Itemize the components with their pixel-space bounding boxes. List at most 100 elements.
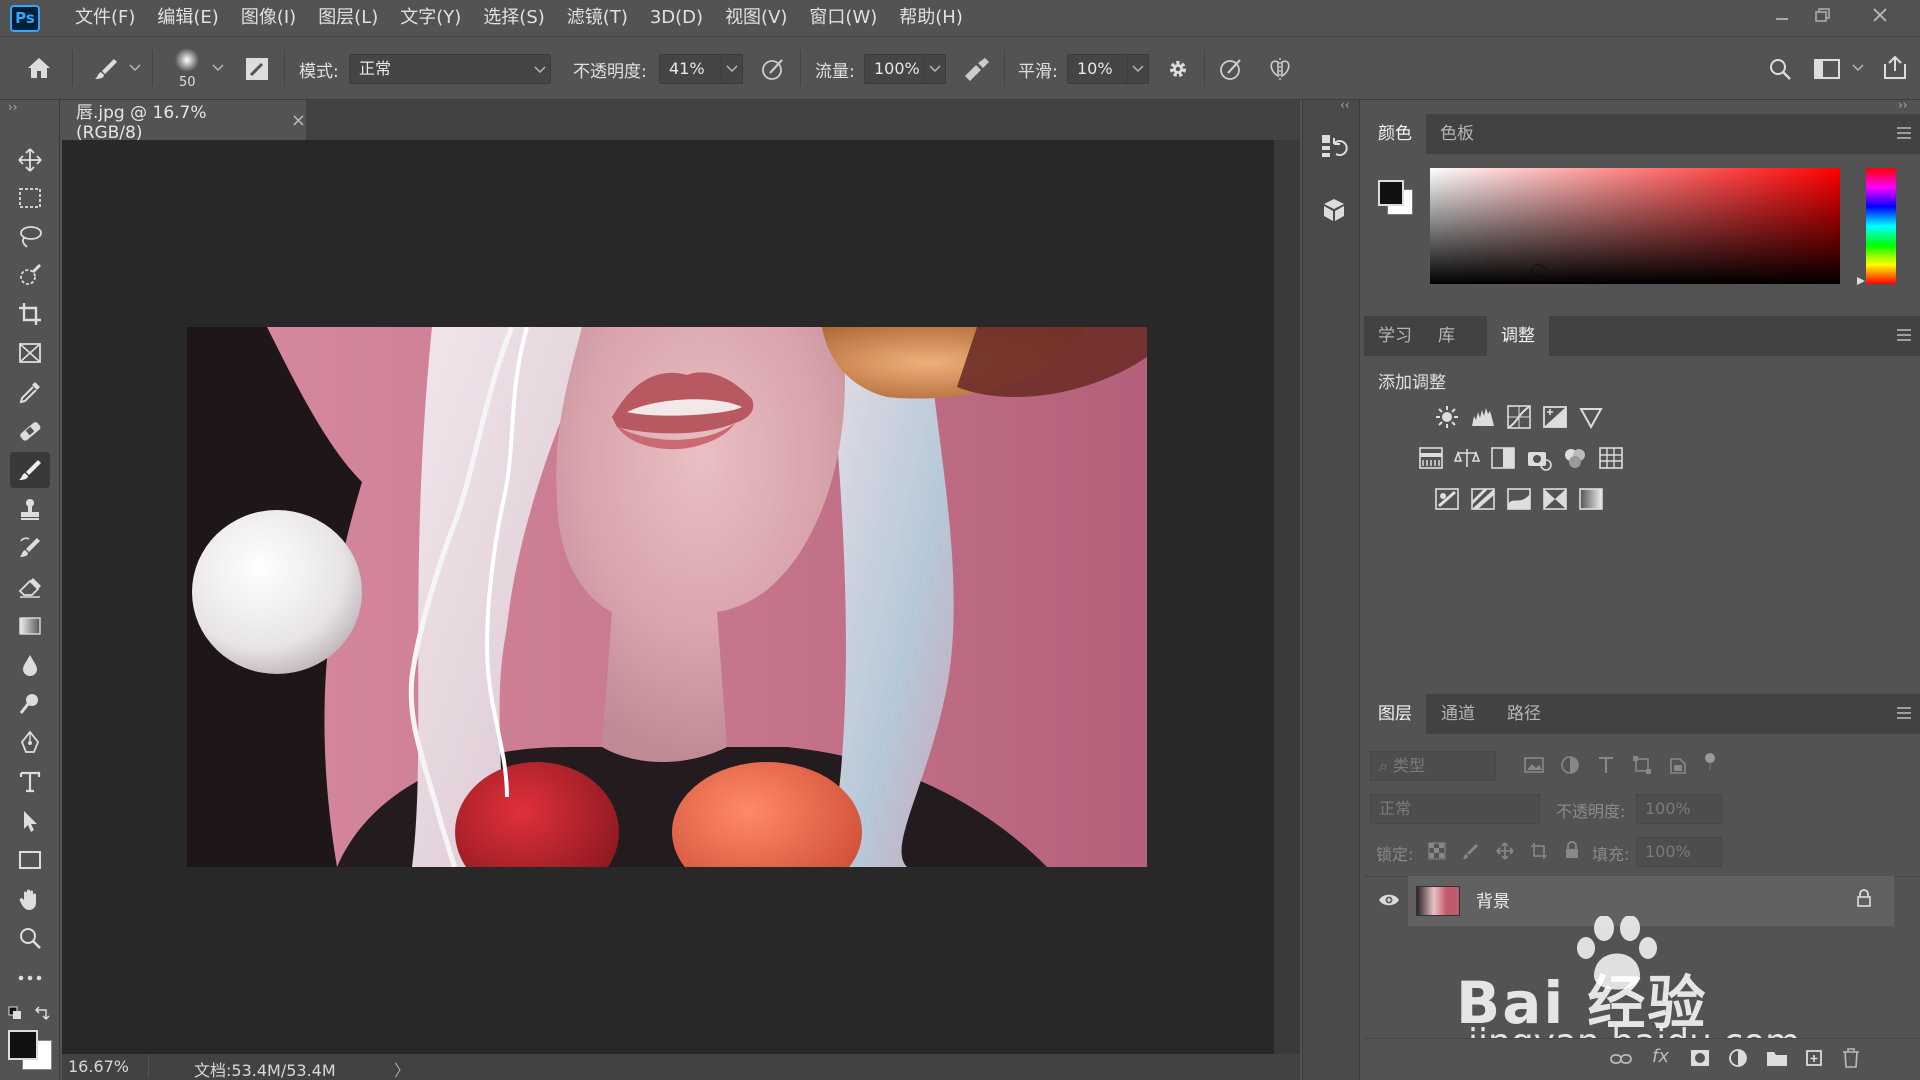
move-tool-icon[interactable]: [10, 142, 50, 178]
close-window-button[interactable]: [1860, 0, 1900, 30]
tab-channels[interactable]: 通道: [1427, 694, 1489, 734]
quick-selection-tool-icon[interactable]: [10, 257, 50, 293]
add-mask-icon[interactable]: [1690, 1049, 1710, 1067]
flow-input[interactable]: 100%: [864, 54, 926, 84]
new-group-icon[interactable]: [1766, 1049, 1788, 1067]
lock-all-icon[interactable]: [1564, 841, 1580, 859]
swap-colors-icon[interactable]: [34, 1006, 50, 1020]
brush-tool-preset-icon[interactable]: [92, 56, 122, 82]
eraser-tool-icon[interactable]: [10, 569, 50, 605]
lock-image-pixels-icon[interactable]: [1462, 842, 1480, 860]
color-balance-icon[interactable]: [1454, 445, 1480, 471]
document-tab[interactable]: 唇.jpg @ 16.7%(RGB/8) ×: [62, 100, 306, 143]
layer-style-fx-icon[interactable]: fx: [1652, 1046, 1669, 1067]
pen-tool-icon[interactable]: [10, 725, 50, 761]
collapse-dock-icon[interactable]: ‹‹: [1340, 98, 1350, 112]
expand-panels-icon[interactable]: ››: [1898, 98, 1908, 112]
photo-filter-icon[interactable]: [1526, 445, 1552, 471]
lock-position-icon[interactable]: [1496, 842, 1514, 860]
type-tool-icon[interactable]: [10, 764, 50, 800]
rectangle-tool-icon[interactable]: [10, 842, 50, 878]
new-adjustment-layer-icon[interactable]: [1728, 1048, 1748, 1068]
menu-3d[interactable]: 3D(D): [639, 0, 714, 36]
layer-filter-select[interactable]: ⌕ 类型: [1370, 751, 1496, 781]
threshold-icon[interactable]: [1506, 486, 1532, 512]
3d-panel-icon[interactable]: [1320, 196, 1348, 226]
menu-layer[interactable]: 图层(L): [307, 0, 389, 36]
layer-opacity-input[interactable]: 100%: [1636, 794, 1722, 824]
hue-slider[interactable]: [1866, 168, 1896, 284]
layer-thumbnail[interactable]: [1416, 886, 1460, 916]
opacity-input[interactable]: 41%: [659, 54, 723, 84]
flow-dropdown[interactable]: [924, 54, 946, 84]
link-layers-icon[interactable]: [1610, 1050, 1632, 1068]
tab-libraries[interactable]: 库: [1424, 316, 1469, 356]
panel-menu-icon[interactable]: [1896, 328, 1912, 342]
black-white-icon[interactable]: [1490, 445, 1516, 471]
invert-icon[interactable]: [1434, 486, 1460, 512]
collapse-toolbar-icon[interactable]: ››: [8, 100, 18, 114]
blend-mode-select[interactable]: 正常: [1370, 794, 1540, 824]
vibrance-icon[interactable]: [1578, 404, 1604, 430]
selective-color-icon[interactable]: [1542, 486, 1568, 512]
history-panel-icon[interactable]: [1320, 132, 1348, 162]
frame-tool-icon[interactable]: [10, 335, 50, 371]
chevron-down-icon[interactable]: [212, 64, 224, 72]
lock-artboard-icon[interactable]: [1530, 842, 1548, 860]
restore-button[interactable]: [1804, 0, 1844, 30]
zoom-tool-icon[interactable]: [10, 920, 50, 956]
menu-type[interactable]: 文字(Y): [389, 0, 472, 36]
filter-toggle-icon[interactable]: [1704, 752, 1716, 772]
menu-help[interactable]: 帮助(H): [888, 0, 974, 36]
brush-tool-icon[interactable]: [10, 452, 50, 488]
gradient-tool-icon[interactable]: [10, 608, 50, 644]
vertical-scrollbar[interactable]: [1274, 140, 1300, 1054]
tab-swatches[interactable]: 色板: [1426, 114, 1488, 154]
minimize-button[interactable]: [1762, 0, 1802, 30]
default-colors-icon[interactable]: [8, 1006, 22, 1020]
search-icon[interactable]: [1768, 57, 1792, 81]
airbrush-icon[interactable]: [962, 56, 992, 82]
clone-stamp-tool-icon[interactable]: [10, 491, 50, 527]
menu-edit[interactable]: 编辑(E): [146, 0, 229, 36]
layer-name[interactable]: 背景: [1476, 887, 1510, 912]
panel-menu-icon[interactable]: [1896, 126, 1912, 140]
dodge-tool-icon[interactable]: [10, 686, 50, 722]
share-icon[interactable]: [1882, 54, 1908, 80]
gear-icon[interactable]: [1166, 57, 1190, 81]
lasso-tool-icon[interactable]: [10, 218, 50, 254]
pressure-size-icon[interactable]: [1218, 56, 1244, 82]
status-expand-icon[interactable]: 〉: [394, 1057, 410, 1080]
new-layer-icon[interactable]: [1804, 1048, 1824, 1068]
brush-settings-panel-icon[interactable]: [244, 56, 270, 82]
panel-menu-icon[interactable]: [1896, 706, 1912, 720]
document-image[interactable]: [187, 327, 1147, 867]
filter-smart-object-icon[interactable]: [1668, 755, 1688, 775]
tab-color[interactable]: 颜色: [1364, 114, 1426, 154]
menu-image[interactable]: 图像(I): [230, 0, 307, 36]
hue-slider-marker-icon[interactable]: [1856, 276, 1866, 286]
levels-icon[interactable]: [1470, 404, 1496, 430]
color-field-picker[interactable]: [1430, 168, 1840, 284]
menu-select[interactable]: 选择(S): [472, 0, 555, 36]
hand-tool-icon[interactable]: [10, 881, 50, 917]
tab-layers[interactable]: 图层: [1364, 694, 1426, 734]
menu-file[interactable]: 文件(F): [64, 0, 146, 36]
layer-lock-icon[interactable]: [1856, 889, 1872, 907]
curves-icon[interactable]: [1506, 404, 1532, 430]
foreground-color-swatch[interactable]: [8, 1030, 38, 1060]
color-lookup-icon[interactable]: [1598, 445, 1624, 471]
foreground-color-swatch[interactable]: [1378, 180, 1404, 206]
chevron-down-icon[interactable]: [1852, 64, 1864, 72]
posterize-icon[interactable]: [1470, 486, 1496, 512]
symmetry-icon[interactable]: [1266, 56, 1294, 82]
pressure-opacity-icon[interactable]: [760, 56, 786, 82]
chevron-down-icon[interactable]: [129, 64, 141, 72]
close-tab-icon[interactable]: ×: [291, 110, 306, 131]
tab-paths[interactable]: 路径: [1493, 694, 1555, 734]
brightness-contrast-icon[interactable]: [1434, 404, 1460, 430]
hue-saturation-icon[interactable]: [1418, 445, 1444, 471]
delete-layer-icon[interactable]: [1842, 1048, 1860, 1068]
marquee-tool-icon[interactable]: [10, 180, 50, 216]
gradient-map-icon[interactable]: [1578, 486, 1604, 512]
